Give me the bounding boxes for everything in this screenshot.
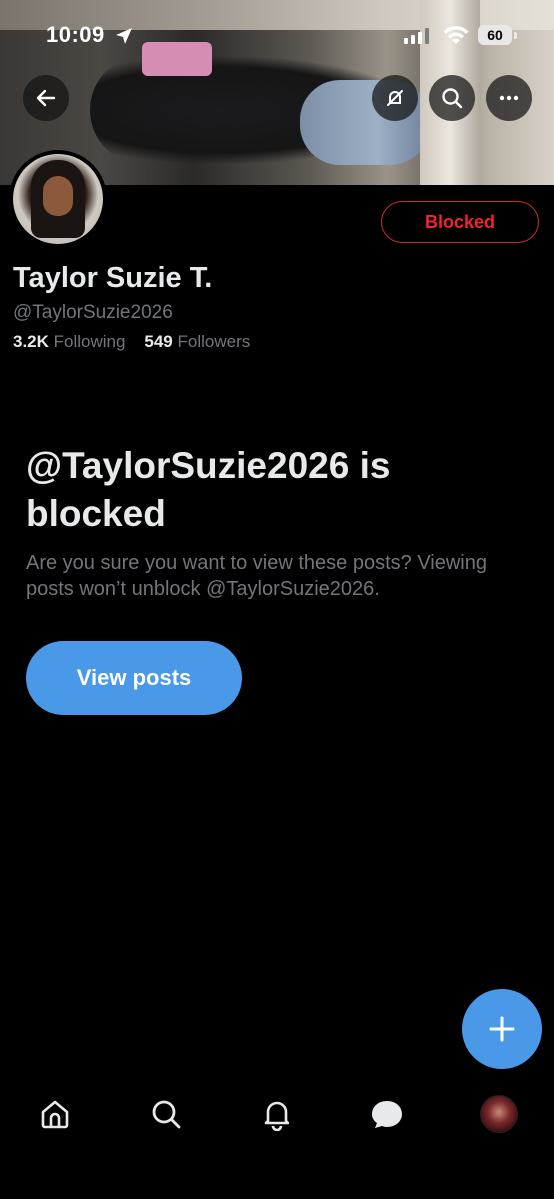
more-button[interactable]	[486, 75, 532, 121]
profile-search-button[interactable]	[429, 75, 475, 121]
avatar-face	[43, 176, 73, 216]
profile-stats: 3.2K Following 549 Followers	[13, 332, 250, 352]
nav-notifications[interactable]	[257, 1094, 297, 1134]
avatar-photo	[13, 154, 103, 244]
home-icon	[41, 1100, 69, 1129]
blocked-button[interactable]: Blocked	[381, 201, 539, 243]
profile-name: Taylor Suzie T.	[13, 262, 213, 294]
nav-search[interactable]	[146, 1094, 186, 1134]
bottom-nav	[0, 1080, 554, 1150]
followers-link[interactable]: 549 Followers	[144, 332, 250, 351]
followers-count: 549	[144, 332, 173, 351]
back-button[interactable]	[23, 75, 69, 121]
location-arrow-icon	[116, 28, 132, 44]
followers-label: Followers	[177, 332, 251, 351]
profile-handle: @TaylorSuzie2026	[13, 302, 173, 323]
arrow-left-icon	[36, 89, 56, 107]
battery-nub	[514, 32, 517, 39]
compose-button[interactable]	[462, 989, 542, 1069]
wifi-icon	[443, 26, 469, 44]
profile-avatar[interactable]	[9, 150, 107, 248]
nav-home[interactable]	[35, 1094, 75, 1134]
nav-messages[interactable]	[367, 1094, 407, 1134]
bell-off-icon	[387, 90, 403, 106]
battery-level: 60	[478, 25, 512, 45]
signal-icon	[404, 28, 429, 44]
blocked-title: @TaylorSuzie2026 is blocked	[26, 445, 391, 534]
more-icon	[499, 95, 519, 101]
nav-profile[interactable]	[479, 1094, 519, 1134]
search-icon	[442, 88, 463, 109]
notifications-off-button[interactable]	[372, 75, 418, 121]
following-count: 3.2K	[13, 332, 49, 351]
plus-icon	[489, 1016, 515, 1042]
search-icon	[152, 1100, 181, 1129]
avatar	[480, 1095, 518, 1133]
view-posts-button[interactable]: View posts	[26, 641, 242, 715]
messages-icon	[372, 1101, 402, 1128]
following-label: Following	[53, 332, 126, 351]
status-bar: 10:09 60	[0, 0, 554, 70]
bell-icon	[264, 1101, 290, 1131]
status-time: 10:09	[46, 22, 105, 47]
battery-indicator: 60	[478, 25, 518, 45]
blocked-description: Are you sure you want to view these post…	[26, 552, 487, 600]
following-link[interactable]: 3.2K Following	[13, 332, 125, 351]
